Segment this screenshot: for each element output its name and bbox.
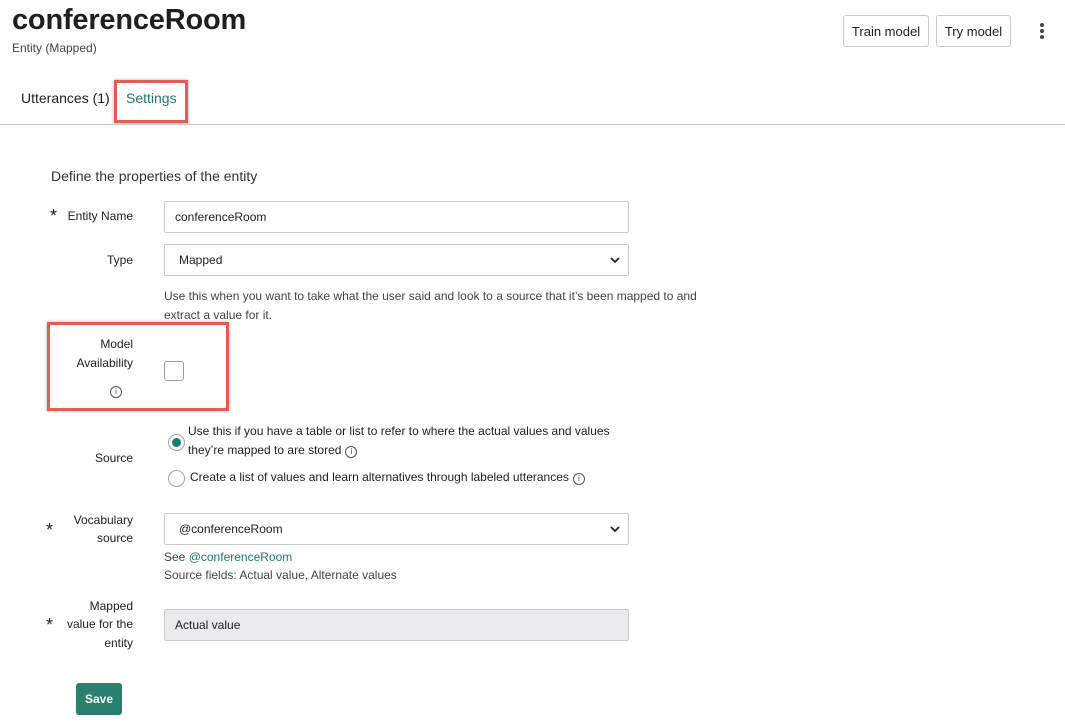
info-icon[interactable]: i xyxy=(345,446,358,458)
type-select[interactable]: Mapped xyxy=(164,244,629,276)
tabs-divider xyxy=(0,124,1065,125)
see-link-row: See @conferenceRoom xyxy=(164,550,293,564)
try-model-button[interactable]: Try model xyxy=(936,15,1011,47)
vocabulary-source-label-line1: Vocabulary xyxy=(73,513,133,527)
chevron-down-icon xyxy=(610,257,620,264)
source-radio-table[interactable] xyxy=(168,434,185,451)
source-fields-text: Source fields: Actual value, Alternate v… xyxy=(164,568,397,582)
entity-name-label: Entity Name xyxy=(67,209,133,223)
page-title: conferenceRoom xyxy=(12,4,247,36)
page-subtitle: Entity (Mapped) xyxy=(12,41,97,55)
source-option-table-label: Use this if you have a table or list to … xyxy=(188,424,610,458)
source-option-list-label: Create a list of values and learn altern… xyxy=(190,468,630,487)
required-asterisk: * xyxy=(46,615,54,635)
required-asterisk: * xyxy=(46,520,54,540)
vocabulary-source-select[interactable]: @conferenceRoom xyxy=(164,513,629,545)
chevron-down-icon xyxy=(610,526,620,533)
required-asterisk: * xyxy=(50,206,58,226)
mapped-value-label-line3: entity xyxy=(104,636,133,650)
info-icon[interactable]: i xyxy=(572,473,585,485)
model-availability-highlight xyxy=(47,322,229,411)
source-label: Source xyxy=(94,451,133,465)
type-help-text: Use this when you want to take what the … xyxy=(164,289,697,322)
mapped-value-label-line1: Mapped xyxy=(89,599,133,613)
vocabulary-source-label-line2: source xyxy=(96,531,133,545)
type-label: Type xyxy=(106,253,133,267)
train-model-button[interactable]: Train model xyxy=(843,15,929,47)
mapped-value-label-line2: value for the xyxy=(66,617,133,631)
source-radio-list[interactable] xyxy=(168,470,185,487)
vocabulary-source-link[interactable]: @conferenceRoom xyxy=(189,550,293,564)
mapped-value-field: Actual value xyxy=(164,609,629,641)
section-heading: Define the properties of the entity xyxy=(51,168,258,184)
vocabulary-source-value: @conferenceRoom xyxy=(179,522,283,536)
entity-name-input[interactable] xyxy=(164,201,629,233)
tab-utterances[interactable]: Utterances (1) xyxy=(21,90,110,106)
type-select-value: Mapped xyxy=(179,253,223,267)
more-options-icon[interactable] xyxy=(1031,18,1053,44)
settings-tab-highlight xyxy=(114,80,188,123)
save-button[interactable]: Save xyxy=(76,683,122,715)
